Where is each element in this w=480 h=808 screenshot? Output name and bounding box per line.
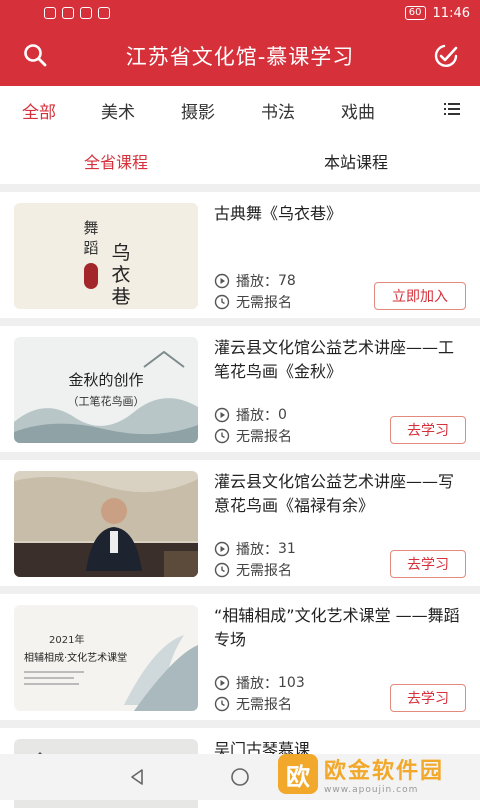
play-count-value: 78 bbox=[278, 273, 296, 289]
lecture-video-image bbox=[14, 471, 198, 577]
study-button[interactable]: 去学习 bbox=[390, 684, 466, 712]
app-notification-icon bbox=[80, 7, 92, 19]
enroll-status: 无需报名 bbox=[214, 694, 292, 714]
home-icon[interactable] bbox=[230, 767, 250, 787]
svg-text:相辅相成·文化艺术课堂: 相辅相成·文化艺术课堂 bbox=[24, 651, 127, 664]
course-thumbnail: 舞 蹈 乌 衣 巷 bbox=[14, 203, 198, 309]
clock-icon bbox=[214, 428, 230, 444]
clock-icon bbox=[214, 696, 230, 712]
course-thumbnail: 金秋的创作 （工笔花鸟画） bbox=[14, 337, 198, 443]
course-card[interactable]: 灌云县文化馆公益艺术讲座——写意花鸟画《福禄有余》 播放：31 无需报名 去学习 bbox=[0, 460, 480, 586]
tab-opera[interactable]: 戏曲 bbox=[341, 98, 375, 123]
course-title[interactable]: 古典舞《乌衣巷》 bbox=[214, 202, 466, 226]
course-thumbnail bbox=[14, 471, 198, 577]
tab-province-courses[interactable]: 全省课程 bbox=[84, 149, 148, 173]
course-card[interactable]: 舞 蹈 乌 衣 巷 古典舞《乌衣巷》 播放：78 无需报名 立即加入 bbox=[0, 192, 480, 318]
play-icon bbox=[214, 273, 230, 289]
svg-text:（工笔花鸟画）: （工笔花鸟画） bbox=[68, 394, 145, 408]
notification-icons bbox=[44, 7, 110, 19]
play-count: 播放：103 bbox=[214, 673, 305, 693]
watermark-logo-mark: 欧 bbox=[278, 754, 318, 794]
tab-calligraphy[interactable]: 书法 bbox=[261, 98, 295, 123]
clock-icon bbox=[214, 562, 230, 578]
watermark-text: 欧金软件园 bbox=[324, 753, 444, 785]
study-button[interactable]: 去学习 bbox=[390, 550, 466, 578]
play-count-value: 0 bbox=[278, 407, 287, 423]
svg-text:蹈: 蹈 bbox=[83, 239, 98, 257]
play-icon bbox=[214, 541, 230, 557]
tab-site-courses[interactable]: 本站课程 bbox=[324, 149, 388, 173]
message-icon bbox=[98, 7, 110, 19]
signal-icon bbox=[44, 7, 56, 19]
enroll-status: 无需报名 bbox=[214, 292, 292, 312]
join-now-button[interactable]: 立即加入 bbox=[374, 282, 466, 310]
svg-text:乌: 乌 bbox=[111, 242, 130, 264]
play-count: 播放：0 bbox=[214, 405, 287, 425]
status-bar: 60 11:46 bbox=[0, 0, 480, 26]
tab-art[interactable]: 美术 bbox=[101, 98, 135, 123]
play-icon bbox=[214, 407, 230, 423]
watermark-logo: 欧 欧金软件园 www.apoujin.com bbox=[278, 752, 474, 796]
play-count: 播放：78 bbox=[214, 271, 296, 291]
course-title[interactable]: “相辅相成”文化艺术课堂 ——舞蹈专场 bbox=[214, 604, 466, 652]
play-icon bbox=[214, 675, 230, 691]
course-thumbnail: 2021年 相辅相成·文化艺术课堂 bbox=[14, 605, 198, 711]
dance-poster-image: 舞 蹈 乌 衣 巷 bbox=[14, 203, 198, 309]
course-card[interactable]: 2021年 相辅相成·文化艺术课堂 “相辅相成”文化艺术课堂 ——舞蹈专场 播放… bbox=[0, 594, 480, 720]
watermark-url: www.apoujin.com bbox=[324, 785, 444, 795]
wifi-icon bbox=[62, 7, 74, 19]
svg-text:舞: 舞 bbox=[83, 219, 98, 237]
play-count: 播放：31 bbox=[214, 539, 296, 559]
category-tabs: 全部 美术 摄影 书法 戏曲 bbox=[0, 86, 480, 132]
status-time: 11:46 bbox=[433, 6, 470, 21]
scope-tabs: 全省课程 本站课程 bbox=[0, 132, 480, 184]
svg-text:衣: 衣 bbox=[111, 264, 130, 286]
back-icon[interactable] bbox=[128, 768, 146, 786]
svg-text:金秋的创作: 金秋的创作 bbox=[68, 371, 143, 389]
system-nav-bar: 欧 欧金软件园 www.apoujin.com bbox=[0, 754, 480, 800]
svg-text:巷: 巷 bbox=[111, 286, 130, 308]
study-button[interactable]: 去学习 bbox=[390, 416, 466, 444]
edit-check-icon[interactable] bbox=[432, 42, 460, 70]
enroll-status: 无需报名 bbox=[214, 560, 292, 580]
culture-class-poster-image: 2021年 相辅相成·文化艺术课堂 bbox=[14, 605, 198, 711]
page-title: 江苏省文化馆-慕课学习 bbox=[126, 41, 355, 71]
svg-text:2021年: 2021年 bbox=[49, 633, 84, 646]
course-title[interactable]: 灌云县文化馆公益艺术讲座——写意花鸟画《福禄有余》 bbox=[214, 470, 466, 518]
clock-icon bbox=[214, 294, 230, 310]
play-count-value: 31 bbox=[278, 541, 296, 557]
autumn-painting-image: 金秋的创作 （工笔花鸟画） bbox=[14, 337, 198, 443]
search-icon[interactable] bbox=[22, 42, 50, 70]
play-count-value: 103 bbox=[278, 675, 305, 691]
battery-indicator: 60 bbox=[405, 6, 426, 20]
course-card[interactable]: 金秋的创作 （工笔花鸟画） 灌云县文化馆公益艺术讲座——工笔花鸟画《金秋》 播放… bbox=[0, 326, 480, 452]
menu-icon[interactable] bbox=[444, 102, 460, 116]
course-title[interactable]: 灌云县文化馆公益艺术讲座——工笔花鸟画《金秋》 bbox=[214, 336, 466, 384]
enroll-status: 无需报名 bbox=[214, 426, 292, 446]
tab-all[interactable]: 全部 bbox=[22, 98, 56, 123]
app-header: 江苏省文化馆-慕课学习 bbox=[0, 26, 480, 86]
tab-photography[interactable]: 摄影 bbox=[181, 98, 215, 123]
